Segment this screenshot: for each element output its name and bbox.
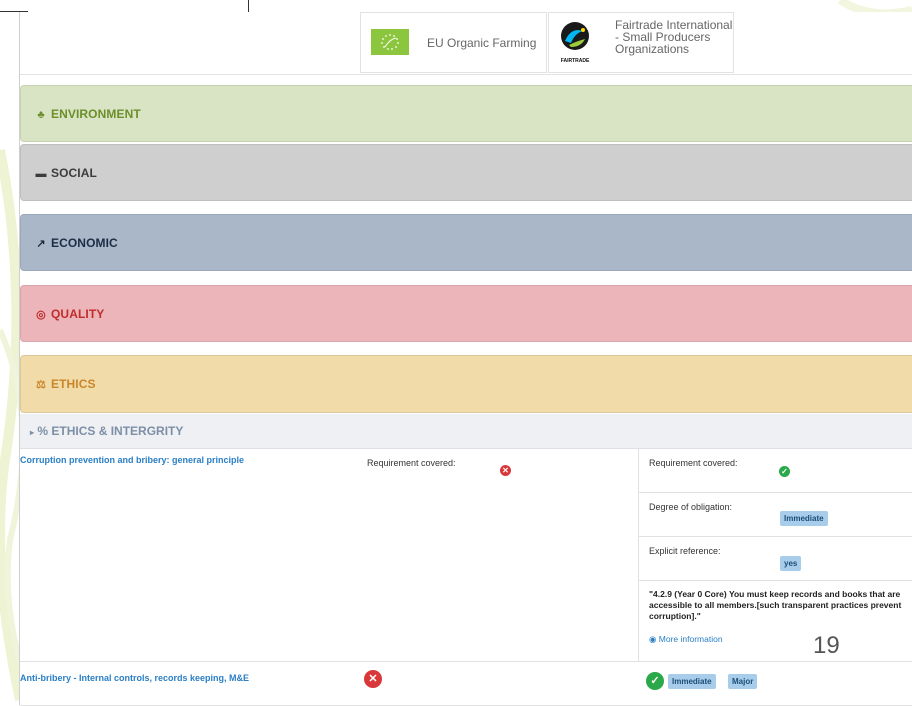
top-connector-line [0, 0, 249, 12]
detail-cell: Explicit reference: yes [638, 537, 912, 581]
criterion-row: Anti-bribery - Internal controls, record… [20, 662, 912, 706]
section-label: ETHICS [51, 377, 96, 391]
standard-eu-organic[interactable]: EU Organic Farming [360, 12, 547, 73]
reference-label: Explicit reference: [649, 546, 721, 556]
requirement-covered-label: Requirement covered: [649, 458, 738, 468]
chart-icon: ↗ [36, 238, 46, 250]
subsection-ethics-integrity[interactable]: ▸ % ETHICS & INTERGRITY [20, 414, 912, 449]
standards-header: EU Organic Farming FAIRTRADE Fairtrade I… [20, 12, 912, 75]
section-quality[interactable]: ◎ QUALITY [20, 285, 912, 342]
requirement-quote: "4.2.9 (Year 0 Core) You must keep recor… [649, 589, 902, 621]
section-label: ECONOMIC [51, 236, 118, 250]
eu-organic-leaf-logo [371, 29, 409, 55]
subsection-label: ETHICS & INTERGRITY [51, 424, 184, 438]
svg-text:FAIRTRADE: FAIRTRADE [561, 58, 590, 64]
not-covered-icon: ✕ [500, 465, 511, 476]
section-ethics[interactable]: ⚖ ETHICS [20, 355, 912, 413]
obligation-label: Degree of obligation: [649, 502, 733, 512]
obligation-badge: Immediate [668, 674, 716, 689]
tree-icon: ♣ [37, 109, 45, 121]
more-information-link[interactable]: ◉ More information [649, 634, 723, 645]
balance-icon: ⚖ [36, 379, 46, 391]
caret-right-icon: ▸ [30, 428, 35, 437]
requirement-covered-label: Requirement covered: [367, 458, 456, 468]
more-information-label: More information [658, 634, 723, 644]
covered-check-icon: ✓ [646, 672, 664, 690]
standard-fairtrade[interactable]: FAIRTRADE Fairtrade International - Smal… [548, 12, 734, 73]
fairtrade-details: Requirement covered: ✓ Degree of obligat… [638, 449, 912, 661]
eye-icon: ◉ [649, 634, 657, 644]
comment-icon: ▬ [35, 168, 47, 180]
not-covered-icon: ✕ [364, 670, 382, 688]
standard-name: Fairtrade International - Small Producer… [615, 18, 733, 56]
reference-badge: yes [780, 556, 802, 571]
link-icon: % [37, 424, 49, 438]
section-environment[interactable]: ♣ ENVIRONMENT [20, 85, 912, 142]
comparison-panel: EU Organic Farming FAIRTRADE Fairtrade I… [19, 12, 912, 706]
criterion-row: Corruption prevention and bribery: gener… [20, 449, 912, 662]
page-number: 19 [813, 632, 840, 659]
detail-cell: "4.2.9 (Year 0 Core) You must keep recor… [638, 581, 912, 661]
standard-name: EU Organic Farming [427, 36, 537, 50]
target-icon: ◎ [36, 309, 46, 321]
severity-badge: Major [728, 674, 758, 689]
detail-cell: Requirement covered: ✓ [638, 449, 912, 493]
covered-check-icon: ✓ [779, 466, 790, 477]
section-social[interactable]: ▬ SOCIAL [20, 144, 912, 201]
section-label: ENVIRONMENT [51, 107, 141, 121]
detail-cell: Degree of obligation: Immediate [638, 493, 912, 537]
section-label: SOCIAL [51, 166, 97, 180]
criterion-link[interactable]: Corruption prevention and bribery: gener… [20, 455, 244, 465]
criterion-link[interactable]: Anti-bribery - Internal controls, record… [20, 673, 249, 683]
obligation-badge: Immediate [780, 511, 828, 526]
section-economic[interactable]: ↗ ECONOMIC [20, 214, 912, 271]
section-label: QUALITY [51, 307, 105, 321]
fairtrade-logo: FAIRTRADE [557, 19, 593, 67]
